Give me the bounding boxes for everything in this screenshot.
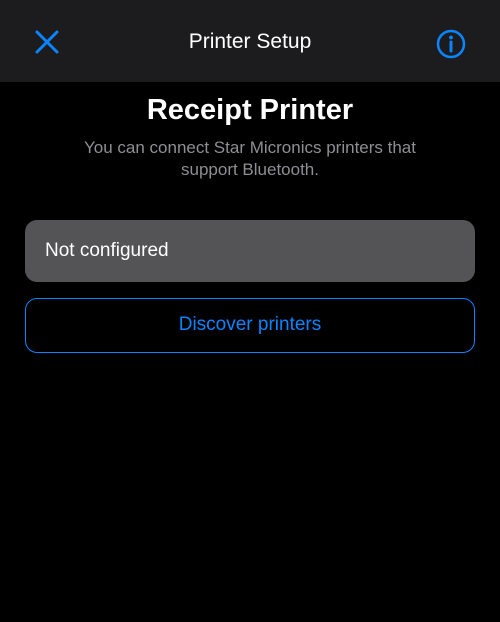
discover-printers-button[interactable]: Discover printers: [25, 298, 475, 353]
close-button[interactable]: [32, 27, 62, 57]
page-description: You can connect Star Micronics printers …: [84, 138, 416, 179]
printer-status-field[interactable]: Not configured: [25, 220, 475, 282]
info-icon: [436, 29, 466, 59]
nav-title: Printer Setup: [188, 30, 312, 53]
navigation-bar: Printer Setup: [0, 0, 500, 82]
close-icon: [35, 30, 59, 54]
info-button[interactable]: [435, 28, 467, 60]
page-title: Receipt Printer: [146, 94, 354, 126]
